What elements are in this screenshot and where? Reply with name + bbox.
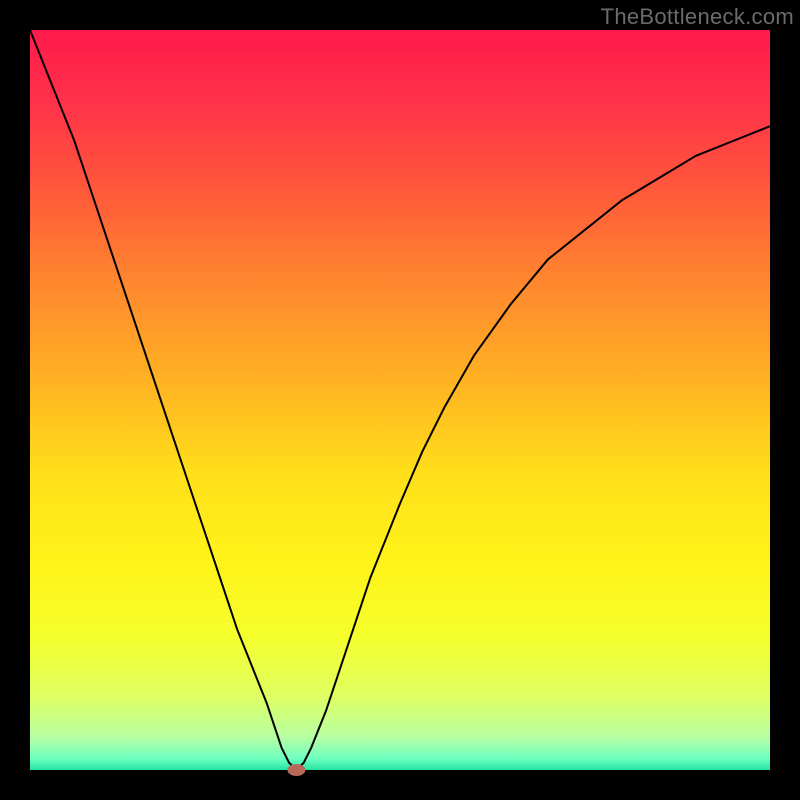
chart-container: TheBottleneck.com <box>0 0 800 800</box>
watermark-text: TheBottleneck.com <box>601 4 794 30</box>
optimal-point-marker <box>287 764 305 776</box>
chart-gradient-background <box>30 30 770 770</box>
bottleneck-chart <box>0 0 800 800</box>
